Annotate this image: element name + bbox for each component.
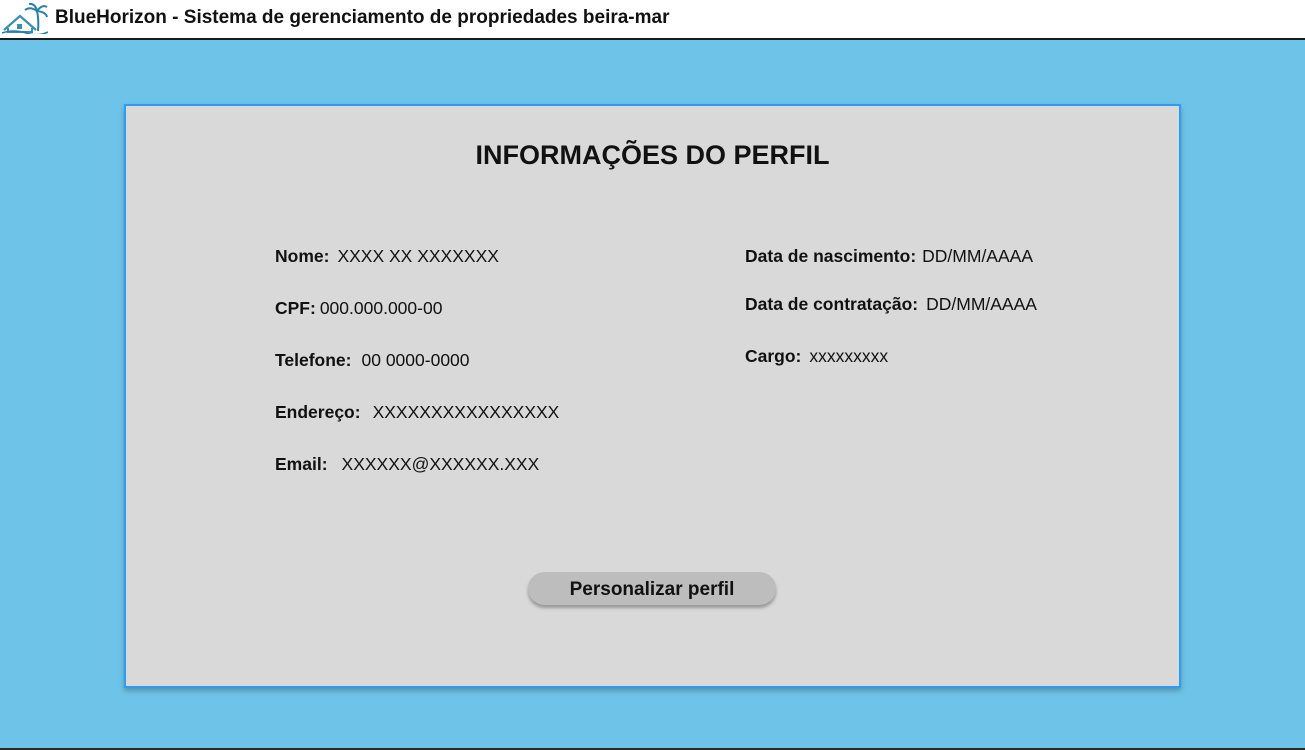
beach-house-palm-icon	[2, 2, 48, 34]
app-title: BlueHorizon - Sistema de gerenciamento d…	[55, 7, 670, 28]
field-label: Cargo:	[745, 346, 802, 366]
field-email: Email: XXXXXX@XXXXXX.XXX	[275, 454, 539, 475]
field-value: XXXX XX XXXXXXX	[337, 246, 499, 266]
field-label: Email:	[275, 454, 328, 474]
field-label: Telefone:	[275, 350, 352, 370]
field-value: xxxxxxxxx	[809, 346, 889, 366]
field-endereco: Endereço: XXXXXXXXXXXXXXXX	[275, 402, 559, 423]
field-label: Data de contratação:	[745, 294, 919, 314]
field-value: XXXXXX@XXXXXX.XXX	[341, 454, 540, 474]
field-data-nascimento: Data de nascimento: DD/MM/AAAA	[745, 246, 1033, 267]
profile-card: INFORMAÇÕES DO PERFIL Nome: XXXX XX XXXXX…	[124, 104, 1181, 688]
field-data-contratacao: Data de contratação: DD/MM/AAAA	[745, 294, 1037, 315]
field-value: DD/MM/AAAA	[922, 246, 1034, 266]
field-nome: Nome: XXXX XX XXXXXXX	[275, 246, 499, 267]
field-label: Data de nascimento:	[745, 246, 917, 266]
field-value: 000.000.000-00	[319, 298, 443, 318]
field-label: Endereço:	[275, 402, 361, 422]
field-label: CPF:	[275, 298, 316, 318]
field-cargo: Cargo: xxxxxxxxx	[745, 346, 888, 367]
profile-title: INFORMAÇÕES DO PERFIL	[475, 140, 830, 170]
field-cpf: CPF: 000.000.000-00	[275, 298, 442, 319]
field-value: DD/MM/AAAA	[926, 294, 1037, 314]
field-label: Nome:	[275, 246, 330, 266]
customize-profile-button[interactable]: Personalizar perfil	[528, 572, 776, 605]
field-telefone: Telefone: 00 0000-0000	[275, 350, 470, 371]
top-bar: BlueHorizon - Sistema de gerenciamento d…	[0, 0, 1305, 40]
field-value: 00 0000-0000	[361, 350, 470, 370]
field-value: XXXXXXXXXXXXXXXX	[372, 402, 560, 422]
